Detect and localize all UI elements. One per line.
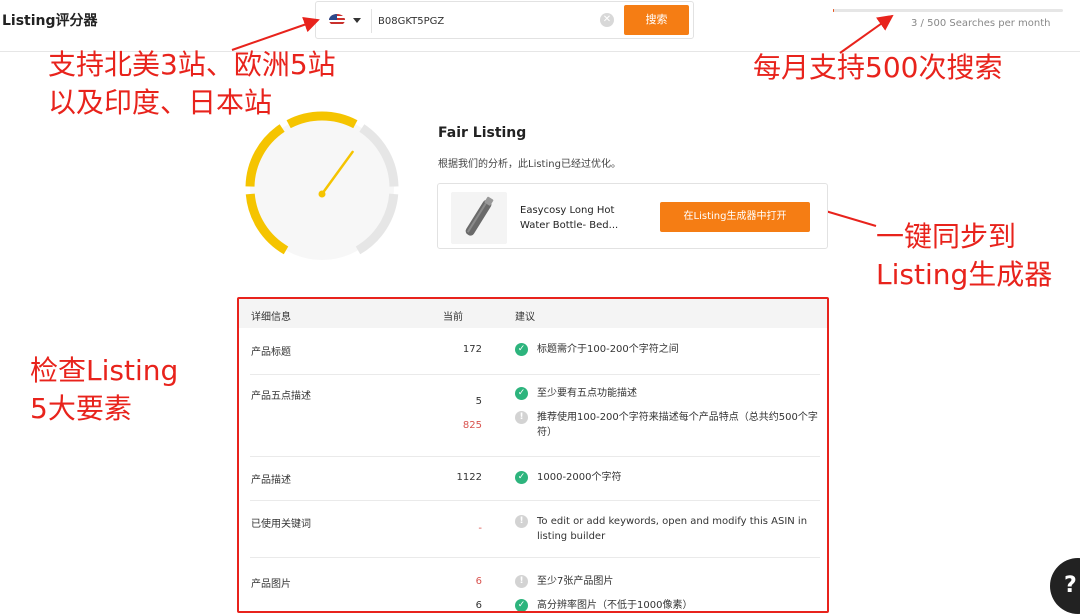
header-suggestion: 建议 [515,312,535,323]
row-description-name: 产品描述 [251,475,291,486]
us-flag-icon[interactable] [329,14,345,26]
usage-text: 3 / 500 Searches per month [911,18,1051,29]
details-table: 详细信息 当前 建议 产品标题 172 ✓ 标题需介于100-200个字符之间 … [237,297,829,613]
product-card: Easycosy Long Hot Water Bottle- Bed... 在… [437,183,828,249]
row-bullets-chars: 825 [462,420,482,431]
header-current: 当前 [443,312,463,323]
top-bar: Listing评分器 ✕ 搜索 3 / 500 Searches per mon… [0,0,1080,52]
row-divider [250,557,820,558]
score-description: 根据我们的分析，此Listing已经过优化。 [438,159,621,170]
annotation-markets-line1: 支持北美3站、欧洲5站 [48,48,336,81]
open-in-listing-builder-button[interactable]: 在Listing生成器中打开 [660,202,810,232]
row-keywords-suggestion: To edit or add keywords, open and modify… [537,516,808,542]
annotation-check-line1: 检查Listing [30,354,179,387]
row-images-count: 6 [475,576,482,587]
row-keywords-value: - [478,523,482,534]
app-title: Listing评分器 [2,13,98,29]
product-image [451,192,507,244]
row-divider [250,374,820,375]
row-images-suggestion-1: 至少7张产品图片 [537,576,614,587]
check-icon: ✓ [515,599,528,611]
row-title-suggestion: 标题需介于100-200个字符之间 [537,344,679,355]
annotation-check-line2: 5大要素 [30,392,132,425]
help-chat-button[interactable]: ? [1050,558,1080,614]
row-divider [250,500,820,501]
row-title-value: 172 [462,344,482,355]
row-images-suggestion-2: 高分辨率图片（不低于1000像素） [537,600,693,611]
header-detail: 详细信息 [251,312,291,323]
chevron-down-icon[interactable] [353,18,361,23]
product-name: Easycosy Long Hot Water Bottle- Bed... [520,205,619,231]
row-images-name: 产品图片 [251,579,291,590]
check-icon: ✓ [515,387,528,400]
info-icon: ! [515,575,528,588]
row-bullets-suggestion-2: 推荐使用100-200个字符来描述每个产品特点（总共约500个字符） [537,412,818,438]
row-bullets-suggestion-1: 至少要有五点功能描述 [537,388,637,399]
score-gauge [245,111,399,260]
row-keywords-name: 已使用关键词 [251,519,311,530]
row-bullets-name: 产品五点描述 [251,391,311,402]
annotation-monthly: 每月支持500次搜索 [753,51,1003,84]
row-bullets-count: 5 [475,396,482,407]
check-icon: ✓ [515,343,528,356]
row-description-value: 1122 [456,472,482,483]
row-images-resolution: 6 [475,600,482,611]
asin-input[interactable] [378,11,588,31]
row-title-name: 产品标题 [251,347,291,358]
usage-progress-bar [833,9,1063,12]
info-icon: ! [515,515,528,528]
annotation-sync-line2: Listing生成器 [876,258,1053,291]
row-description-suggestion: 1000-2000个字符 [537,472,622,483]
clear-icon[interactable]: ✕ [600,13,614,27]
asin-search-box: ✕ 搜索 [315,1,694,39]
annotation-sync-line1: 一键同步到 [876,220,1017,253]
info-icon: ! [515,411,528,424]
table-header: 详细信息 当前 建议 [239,299,827,328]
search-button[interactable]: 搜索 [624,5,689,35]
search-divider [371,9,372,33]
row-divider [250,456,820,457]
usage-progress-fill [833,9,835,12]
score-title: Fair Listing [438,125,527,141]
check-icon: ✓ [515,471,528,484]
